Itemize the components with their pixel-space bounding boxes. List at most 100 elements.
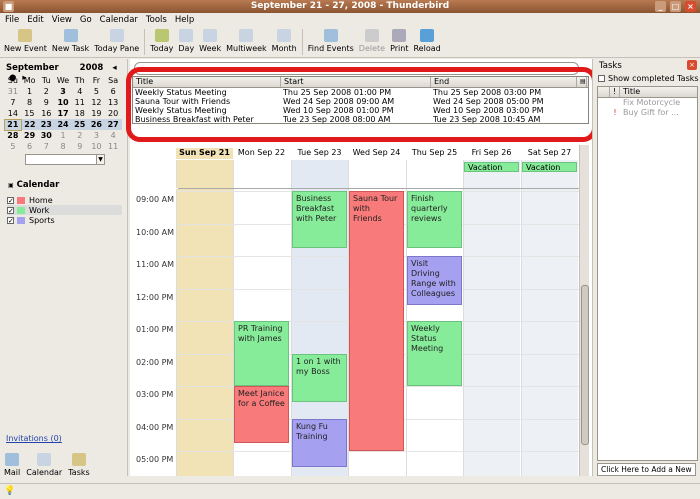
mini-calendar-day[interactable]: 10: [55, 97, 72, 108]
mini-calendar-day[interactable]: 4: [71, 86, 88, 97]
mini-calendar-day[interactable]: 3: [55, 86, 72, 97]
show-completed-checkbox[interactable]: [598, 75, 605, 82]
mini-calendar-day[interactable]: 1: [21, 86, 38, 97]
day-header[interactable]: Wed Sep 24: [348, 148, 405, 159]
mini-calendar-day[interactable]: 9: [71, 141, 88, 152]
reload-button[interactable]: Reload: [413, 27, 441, 53]
mini-calendar-day[interactable]: 29: [21, 130, 38, 141]
today-pane-button[interactable]: Today Pane: [94, 27, 139, 53]
calendar-event[interactable]: Meet Janice for a Coffee: [234, 386, 289, 443]
mini-calendar-day[interactable]: 5: [5, 141, 22, 152]
mini-calendar-day[interactable]: 18: [71, 108, 88, 119]
mini-calendar-day[interactable]: 8: [21, 97, 38, 108]
mini-calendar-day[interactable]: 30: [38, 130, 55, 141]
close-icon[interactable]: ×: [685, 1, 696, 12]
mini-calendar-day[interactable]: 20: [105, 108, 122, 119]
mini-calendar-day[interactable]: 7: [5, 97, 22, 108]
show-completed[interactable]: Show completed Tasks: [598, 74, 699, 83]
task-row[interactable]: Fix Motorcycle: [598, 98, 697, 108]
calendar-tab[interactable]: Calendar: [26, 451, 62, 477]
date-dropdown-icon[interactable]: ▼: [96, 154, 105, 165]
mini-calendar-day[interactable]: 7: [38, 141, 55, 152]
mini-calendar-day[interactable]: 16: [38, 108, 55, 119]
allday-cell[interactable]: [348, 160, 405, 188]
mini-calendar-day[interactable]: 17: [55, 108, 72, 119]
calendar-event[interactable]: Weekly Status Meeting: [407, 321, 462, 386]
mini-calendar-day[interactable]: 2: [71, 130, 88, 141]
maximize-icon[interactable]: □: [670, 1, 681, 12]
new-task-button[interactable]: New Task: [52, 27, 89, 53]
window-menu-icon[interactable]: ■: [3, 1, 14, 12]
week-button[interactable]: Week: [199, 27, 221, 53]
day-header[interactable]: Mon Sep 22: [233, 148, 290, 159]
mini-calendar-day[interactable]: 1: [55, 130, 72, 141]
month-button[interactable]: Month: [272, 27, 297, 53]
allday-cell[interactable]: [176, 160, 233, 188]
allday-cell[interactable]: [291, 160, 348, 188]
calendar-event[interactable]: Visit Driving Range with Colleagues: [407, 256, 462, 305]
calendar-event[interactable]: PR Training with James: [234, 321, 289, 386]
mini-calendar-day[interactable]: 14: [5, 108, 22, 119]
allday-event[interactable]: Vacation: [522, 162, 577, 172]
allday-event[interactable]: Vacation: [464, 162, 519, 172]
mini-calendar-day[interactable]: 21: [4, 118, 22, 131]
new-event-button[interactable]: New Event: [4, 27, 47, 53]
mini-calendar-day[interactable]: 23: [37, 119, 55, 130]
mini-calendar-day[interactable]: 26: [88, 119, 105, 130]
task-checkbox[interactable]: [598, 108, 610, 118]
mini-calendar-month[interactable]: September: [6, 63, 59, 73]
day-header[interactable]: Fri Sep 26: [463, 148, 520, 159]
mini-calendar-day[interactable]: 5: [88, 86, 105, 97]
day-header[interactable]: Sat Sep 27: [521, 148, 578, 159]
calendar-event[interactable]: Finish quarterly reviews: [407, 191, 462, 248]
add-task-input[interactable]: Click Here to Add a New: [597, 463, 696, 476]
mini-calendar-day[interactable]: 6: [105, 86, 122, 97]
mini-calendar-day[interactable]: 12: [88, 97, 105, 108]
allday-cell[interactable]: [406, 160, 463, 188]
tasks-tab[interactable]: Tasks: [68, 451, 90, 477]
mini-calendar-day[interactable]: 6: [21, 141, 38, 152]
mini-calendar-day[interactable]: 13: [105, 97, 122, 108]
scrollbar-thumb[interactable]: [581, 285, 589, 445]
today-button[interactable]: Today: [150, 27, 173, 53]
date-input[interactable]: [25, 154, 97, 165]
menu-file[interactable]: File: [5, 15, 19, 25]
day-column[interactable]: [463, 189, 520, 476]
mini-calendar-day[interactable]: 15: [21, 108, 38, 119]
task-checkbox[interactable]: [598, 98, 610, 108]
mini-calendar-day[interactable]: 10: [88, 141, 105, 152]
mini-calendar-year[interactable]: 2008: [80, 63, 104, 73]
calendar-item-sports[interactable]: ✓ Sports: [7, 215, 122, 225]
menu-calendar[interactable]: Calendar: [100, 15, 138, 25]
menu-edit[interactable]: Edit: [27, 15, 43, 25]
multiweek-button[interactable]: Multiweek: [226, 27, 267, 53]
menu-help[interactable]: Help: [175, 15, 194, 25]
find-events-button[interactable]: Find Events: [308, 27, 354, 53]
invitations-link[interactable]: Invitations (0): [6, 434, 62, 443]
mini-calendar-day[interactable]: 4: [105, 130, 122, 141]
calendar-event[interactable]: Sauna Tour with Friends: [349, 191, 404, 451]
mini-calendar-day[interactable]: 27: [104, 119, 122, 130]
calendar-item-home[interactable]: ✓ Home: [7, 195, 122, 205]
collapse-icon[interactable]: ▣: [8, 182, 14, 189]
mini-calendar-day[interactable]: 11: [71, 97, 88, 108]
calendar-item-work[interactable]: ✓ Work: [7, 205, 122, 215]
print-button[interactable]: Print: [390, 27, 408, 53]
mini-calendar-day[interactable]: 22: [21, 119, 38, 130]
day-column[interactable]: [521, 189, 578, 476]
menu-go[interactable]: Go: [80, 15, 92, 25]
menu-view[interactable]: View: [52, 15, 72, 25]
calendar-event[interactable]: Kung Fu Training: [292, 418, 347, 468]
calendar-checkbox[interactable]: ✓: [7, 196, 14, 204]
mini-calendar-day[interactable]: 2: [38, 86, 55, 97]
offline-icon[interactable]: 💡: [4, 486, 15, 496]
day-header[interactable]: Thu Sep 25: [406, 148, 463, 159]
calendar-checkbox[interactable]: ✓: [7, 206, 14, 214]
mini-calendar-day[interactable]: 3: [88, 130, 105, 141]
week-view-scrollbar[interactable]: [579, 145, 589, 476]
mini-calendar-day[interactable]: 11: [105, 141, 122, 152]
minimize-icon[interactable]: _: [655, 1, 666, 12]
day-header[interactable]: Tue Sep 23: [291, 148, 348, 159]
day-button[interactable]: Day: [178, 27, 194, 53]
delete-button[interactable]: Delete: [359, 27, 385, 53]
